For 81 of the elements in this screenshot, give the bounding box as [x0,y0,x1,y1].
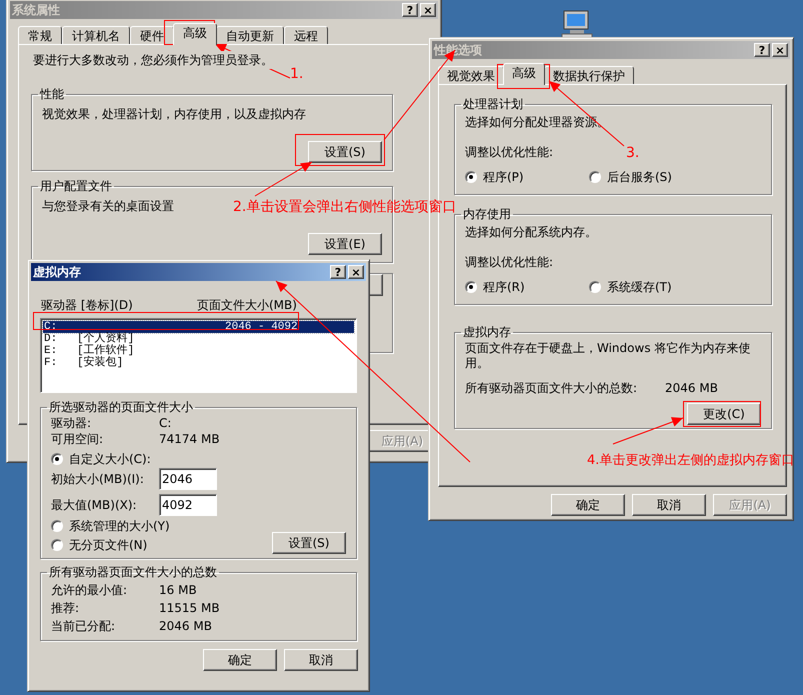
radio-label: 系统缓存(T) [607,278,672,296]
admin-notice: 要进行大多数改动，您必须作为管理员登录。 [33,51,273,69]
group-title: 处理器计划 [462,96,524,113]
input-field[interactable]: 2046 [159,468,217,490]
group-description: 视觉效果，处理器计划，内存使用，以及虚拟内存 [42,106,306,123]
dialog-button[interactable]: 确定 [203,649,277,671]
tab[interactable]: 数据执行保护 [544,66,634,84]
group-description: 页面文件存在于硬盘上，Windows 将它作为内存来使用。 [465,341,752,371]
group-title: 虚拟内存 [462,324,512,341]
total-label: 推荐: [51,600,80,617]
column-header: 驱动器 [卷标](D) [41,297,134,314]
group-title: 用户配置文件 [39,178,113,195]
total-value: 2046 MB [159,618,212,635]
help-button[interactable]: ? [754,43,770,57]
close-button[interactable]: × [420,3,436,17]
total-label: 允许的最小值: [51,582,128,599]
annotation-label: 3. [626,144,640,163]
help-button[interactable]: ? [402,3,418,17]
group-description: 与您登录有关的桌面设置 [42,198,174,215]
total-value: 11515 MB [159,600,220,617]
radio-label: 自定义大小(C): [69,450,151,466]
help-button[interactable]: ? [330,265,346,279]
field-value: 74174 MB [159,431,220,447]
option-prompt: 调整以优化性能: [465,254,554,271]
annotation-label: 2.单击设置会弹出右侧性能选项窗口 [233,198,456,217]
window-title: 虚拟内存 [33,264,82,281]
radio-button[interactable] [589,280,601,292]
window-title: 系统属性 [12,2,61,19]
dialog-button[interactable]: 取消 [284,649,358,671]
tab[interactable]: 计算机名 [62,26,130,44]
radio-label: 程序(P) [483,168,524,186]
annotation-label: 1. [290,65,304,84]
tab[interactable]: 常规 [18,26,62,44]
total-label: 当前已分配: [51,618,116,635]
field-label: 最大值(MB)(X): [51,497,138,513]
input-field[interactable]: 4092 [159,494,217,516]
radio-button[interactable] [51,452,63,464]
group-title: 所选驱动器的页面文件大小 [48,399,194,415]
annotation-arrow [612,417,684,444]
group-title: 所有驱动器页面文件大小的总数 [48,564,218,581]
tab[interactable]: 高级 [503,63,545,85]
field-value: C: [159,415,172,431]
option-prompt: 调整以优化性能: [465,144,554,161]
total-value: 2046 MB [665,380,718,397]
radio-label: 系统管理的大小(Y) [69,518,170,534]
radio-button[interactable] [589,170,601,182]
close-button[interactable]: × [348,265,364,279]
tab[interactable]: 硬件 [130,26,174,44]
tab[interactable]: 高级 [173,23,217,45]
drive-row[interactable]: C: 2046 - 4092 [43,321,354,333]
radio-label: 后台服务(S) [607,168,672,186]
dialog-button[interactable]: 确定 [551,494,625,516]
annotation-arrow [254,162,312,196]
settings-button[interactable]: 设置(E) [308,233,382,255]
radio-button[interactable] [51,520,63,532]
total-label: 所有驱动器页面文件大小的总数: [465,380,638,397]
group-title: 性能 [38,86,65,103]
column-header: 页面文件大小(MB) [197,297,297,314]
set-button[interactable]: 设置(S) [272,532,346,554]
tab[interactable]: 自动更新 [216,26,284,44]
radio-label: 无分页文件(N) [69,536,148,552]
drive-row[interactable]: E: [工作软件] [43,345,354,357]
radio-button[interactable] [51,538,63,550]
settings-button[interactable]: 设置(S) [308,141,382,163]
highlight-frame [164,20,215,45]
total-value: 16 MB [159,582,197,599]
field-label: 初始大小(MB)(I): [51,471,145,487]
tab[interactable]: 视觉效果 [438,66,504,84]
group-title: 内存使用 [462,206,512,223]
field-label: 可用空间: [51,431,104,447]
field-label: 驱动器: [51,415,92,431]
radio-button[interactable] [465,170,477,182]
change-button[interactable]: 更改(C) [687,403,761,425]
dialog-button[interactable]: 取消 [632,494,706,516]
tab[interactable]: 远程 [284,26,328,44]
radio-label: 程序(R) [483,278,525,296]
drive-row[interactable]: F: [安装包] [43,357,354,369]
group-description: 选择如何分配系统内存。 [465,224,597,241]
highlight-frame [497,64,550,89]
radio-button[interactable] [465,280,477,292]
close-button[interactable]: × [772,43,788,57]
